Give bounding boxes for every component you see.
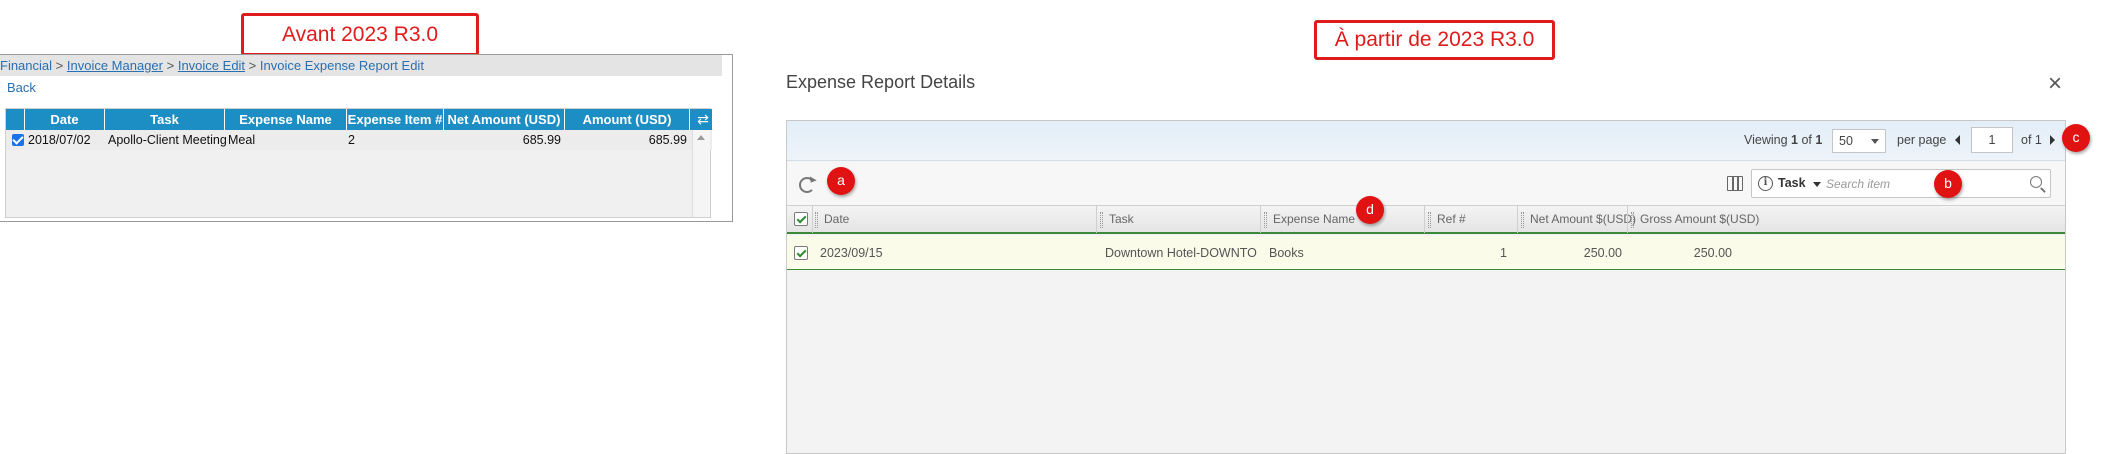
drag-handle-icon[interactable] bbox=[1264, 212, 1267, 228]
old-header-date[interactable]: Date bbox=[25, 109, 105, 130]
column-divider bbox=[1096, 206, 1097, 233]
page-count-label: of 1 bbox=[2021, 133, 2042, 147]
expense-report-details-panel: Viewing 1 of 1 50 per page 1 of 1 i Task bbox=[786, 120, 2066, 454]
grid-header: Date Task Expense Name Ref # Net Amount … bbox=[787, 205, 2065, 234]
table-row[interactable]: 2023/09/15 Downtown Hotel-DOWNTOWN00... … bbox=[787, 236, 2065, 270]
breadcrumb-financial[interactable]: Financial bbox=[0, 58, 52, 73]
old-expense-report-panel: Financial > Invoice Manager > Invoice Ed… bbox=[0, 54, 733, 222]
refresh-icon[interactable] bbox=[799, 177, 815, 193]
chevron-down-icon[interactable] bbox=[1813, 182, 1821, 187]
header-expense-name[interactable]: Expense Name bbox=[1273, 206, 1355, 233]
drag-handle-icon[interactable] bbox=[815, 212, 818, 228]
drag-handle-icon[interactable] bbox=[1631, 212, 1634, 228]
cell-net-amount: 685.99 bbox=[522, 133, 561, 147]
header-date[interactable]: Date bbox=[824, 206, 849, 233]
header-gross-amount[interactable]: Gross Amount $(USD) bbox=[1640, 206, 1759, 233]
breadcrumb-separator: > bbox=[55, 58, 64, 73]
column-divider bbox=[1424, 206, 1425, 233]
vertical-scrollbar[interactable] bbox=[692, 130, 710, 217]
header-ref[interactable]: Ref # bbox=[1437, 206, 1466, 233]
breadcrumb-current: Invoice Expense Report Edit bbox=[259, 58, 424, 73]
annotation-marker-c: c bbox=[2062, 124, 2090, 152]
column-divider bbox=[1627, 206, 1628, 233]
pager-from: 1 bbox=[1791, 133, 1798, 147]
drag-handle-icon[interactable] bbox=[1428, 212, 1431, 228]
cell-gross-amount: 250.00 bbox=[1693, 246, 1732, 260]
drag-handle-icon[interactable] bbox=[1521, 212, 1524, 228]
old-header-expense-item[interactable]: Expense Item # bbox=[347, 109, 444, 130]
columns-icon[interactable] bbox=[1727, 176, 1743, 191]
cell-amount: 685.99 bbox=[648, 133, 687, 147]
swap-columns-icon[interactable]: ⇄ bbox=[694, 109, 712, 130]
dialog-title: Expense Report Details bbox=[786, 72, 976, 92]
cell-task: Downtown Hotel-DOWNTOWN00... bbox=[1105, 246, 1257, 260]
pager-total: 1 bbox=[1815, 133, 1823, 147]
breadcrumb-invoice-manager-link[interactable]: Invoice Manager bbox=[67, 58, 163, 73]
breadcrumb-invoice-edit-link[interactable]: Invoice Edit bbox=[178, 58, 245, 73]
column-divider bbox=[1517, 206, 1518, 233]
grid-toolbar: i Task bbox=[787, 162, 2065, 205]
row-checkbox[interactable] bbox=[12, 134, 24, 146]
breadcrumb: Financial > Invoice Manager > Invoice Ed… bbox=[0, 55, 722, 76]
after-version-label: À partir de 2023 R3.0 bbox=[1314, 20, 1555, 60]
column-divider bbox=[1260, 206, 1261, 233]
pager-viewing-text: Viewing 1 of 1 bbox=[1744, 133, 1822, 147]
next-page-icon[interactable] bbox=[2050, 135, 2055, 145]
per-page-select[interactable]: 50 bbox=[1832, 129, 1886, 153]
old-header-task[interactable]: Task bbox=[105, 109, 225, 130]
old-expense-grid: Date Task Expense Name Expense Item # Ne… bbox=[5, 108, 712, 218]
back-link[interactable]: Back bbox=[7, 80, 36, 95]
prev-page-icon[interactable] bbox=[1955, 135, 1960, 145]
cell-expense-name: Books bbox=[1269, 246, 1304, 260]
search-input[interactable] bbox=[1826, 174, 2016, 194]
scroll-up-arrow-icon[interactable] bbox=[697, 135, 705, 140]
cell-task: Apollo-Client Meeting bbox=[108, 133, 226, 147]
chevron-down-icon bbox=[1871, 139, 1879, 144]
old-grid-header: Date Task Expense Name Expense Item # Ne… bbox=[6, 109, 712, 130]
row-checkbox[interactable] bbox=[794, 246, 808, 260]
search-field-dropdown[interactable]: Task bbox=[1778, 176, 1806, 190]
header-task[interactable]: Task bbox=[1109, 206, 1134, 233]
pager-viewing-label: Viewing bbox=[1744, 133, 1788, 147]
annotation-marker-b: b bbox=[1934, 170, 1962, 198]
search-icon[interactable] bbox=[2030, 176, 2042, 188]
annotation-marker-a: a bbox=[827, 167, 855, 195]
cell-expense-item: 2 bbox=[348, 133, 355, 147]
cell-expense-name: Meal bbox=[228, 133, 256, 147]
search-box: i Task bbox=[1751, 169, 2051, 198]
table-row[interactable]: 2018/07/02 Apollo-Client Meeting Meal 2 … bbox=[6, 130, 712, 150]
old-header-expense-name[interactable]: Expense Name bbox=[225, 109, 347, 130]
column-divider bbox=[812, 206, 813, 233]
cell-ref: 1 bbox=[1500, 246, 1507, 260]
info-icon[interactable]: i bbox=[1758, 176, 1773, 191]
drag-handle-icon[interactable] bbox=[1100, 212, 1103, 228]
old-header-amount[interactable]: Amount (USD) bbox=[565, 109, 690, 130]
per-page-label: per page bbox=[1897, 133, 1947, 147]
cell-net-amount: 250.00 bbox=[1583, 246, 1622, 260]
breadcrumb-separator: > bbox=[248, 58, 257, 73]
pager-of-label: of bbox=[1801, 133, 1812, 147]
per-page-value: 50 bbox=[1839, 134, 1853, 148]
old-header-net-amount[interactable]: Net Amount (USD) bbox=[444, 109, 565, 130]
annotation-marker-d: d bbox=[1356, 196, 1384, 224]
page-number-input[interactable]: 1 bbox=[1971, 127, 2013, 153]
cell-date: 2018/07/02 bbox=[28, 133, 91, 147]
breadcrumb-separator: > bbox=[166, 58, 175, 73]
old-header-select bbox=[6, 109, 25, 130]
header-net-amount[interactable]: Net Amount $(USD) bbox=[1530, 206, 1636, 233]
pager-bar: Viewing 1 of 1 50 per page 1 of 1 bbox=[787, 121, 2065, 161]
select-all-checkbox[interactable] bbox=[794, 212, 808, 226]
before-version-label: Avant 2023 R3.0 bbox=[241, 13, 479, 56]
close-icon[interactable]: × bbox=[2044, 72, 2066, 96]
cell-date: 2023/09/15 bbox=[820, 246, 883, 260]
